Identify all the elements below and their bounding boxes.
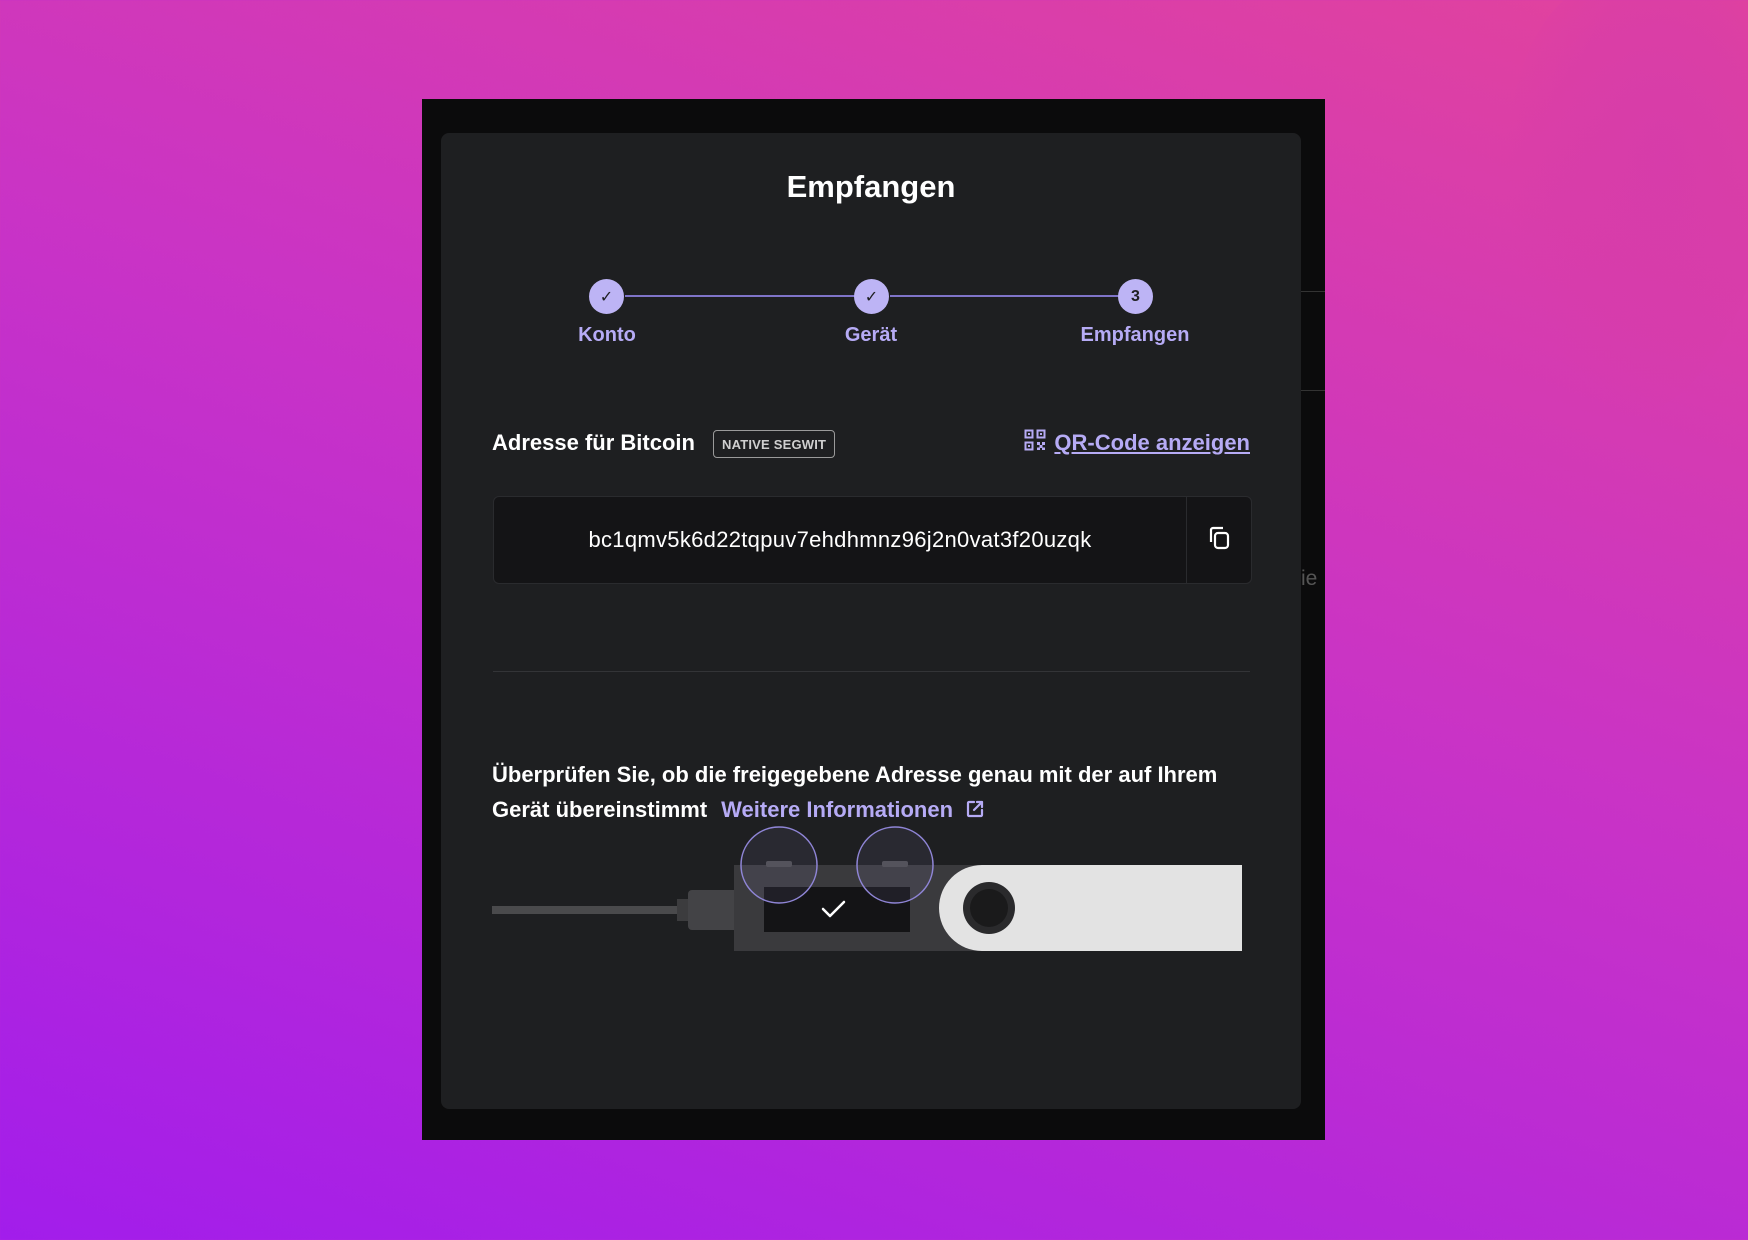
background-divider (1301, 390, 1325, 391)
button-right-highlight (856, 826, 934, 904)
more-info-label: Weitere Informationen (721, 797, 954, 822)
step-label-konto: Konto (578, 324, 636, 346)
bitcoin-address: bc1qmv5k6d22tqpuv7ehdhmnz96j2n0vat3f20uz… (588, 527, 1092, 552)
address-field: bc1qmv5k6d22tqpuv7ehdhmnz96j2n0vat3f20uz… (493, 496, 1252, 584)
step-3-number: 3 (1118, 279, 1153, 314)
ledger-device-illustration (492, 825, 1252, 965)
usb-cable (492, 906, 682, 914)
verify-instructions: Überprüfen Sie, ob die freigegebene Adre… (492, 757, 1252, 827)
address-label: Adresse für Bitcoin (492, 430, 695, 455)
usb-connector (688, 890, 738, 930)
external-link-icon (959, 797, 985, 822)
step-2-check-icon: ✓ (854, 279, 889, 314)
show-qr-code-link[interactable]: QR-Code anzeigen (1024, 429, 1250, 457)
background-partial-text: ie (1301, 567, 1318, 590)
section-divider (493, 671, 1250, 672)
stepper-connector (890, 295, 1140, 297)
more-info-link[interactable]: Weitere Informationen (721, 797, 985, 822)
step-1-check-icon: ✓ (589, 279, 624, 314)
background-smear (1508, 0, 1748, 420)
button-left-highlight (740, 826, 818, 904)
step-label-geraet: Gerät (844, 324, 898, 346)
show-qr-code-label: QR-Code anzeigen (1054, 430, 1250, 455)
copy-address-button[interactable] (1186, 497, 1251, 583)
copy-icon (1205, 524, 1233, 557)
address-type-badge: NATIVE SEGWIT (713, 430, 836, 458)
step-label-empfangen: Empfangen (1080, 324, 1190, 346)
stepper-connector (625, 295, 875, 297)
qr-code-icon (1024, 429, 1046, 457)
modal-title: Empfangen (786, 169, 956, 204)
background-divider (1301, 291, 1325, 292)
